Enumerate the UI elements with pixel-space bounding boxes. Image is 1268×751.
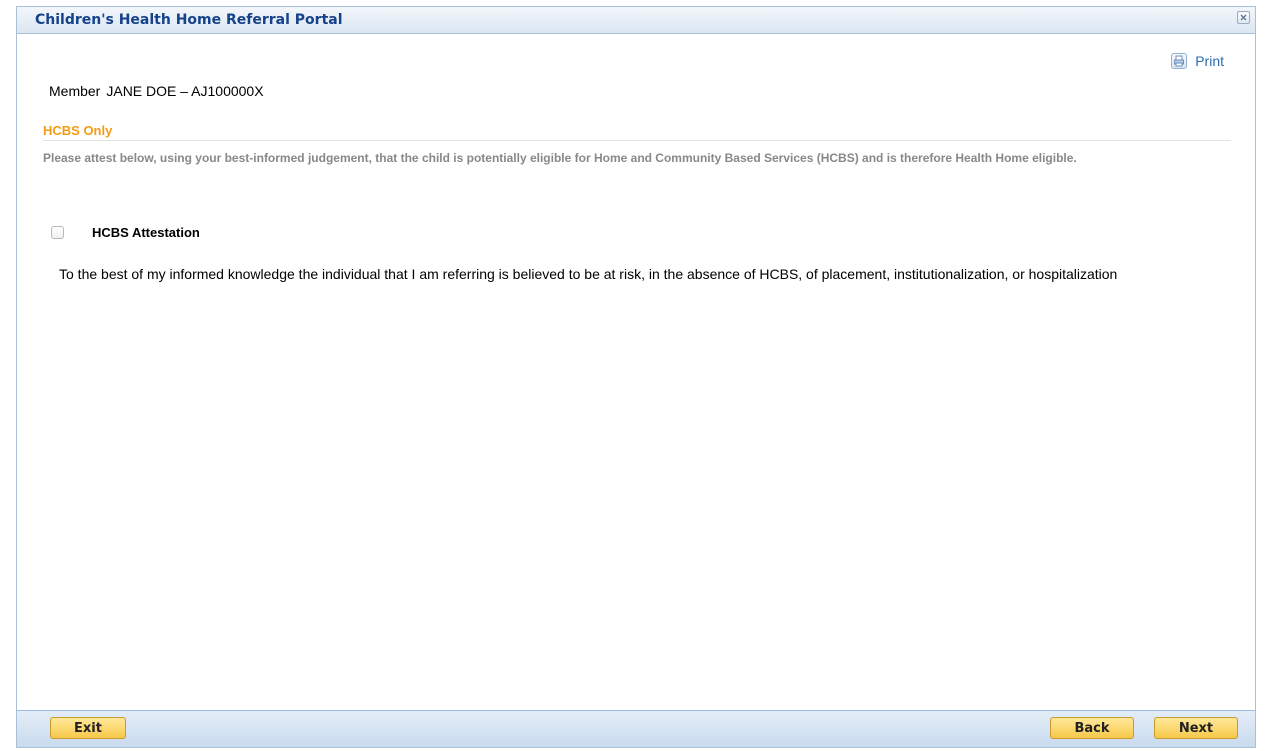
exit-button[interactable]: Exit (50, 717, 126, 739)
close-icon (1240, 14, 1247, 21)
next-button[interactable]: Next (1154, 717, 1238, 739)
print-label: Print (1195, 53, 1224, 69)
attestation-row: HCBS Attestation (51, 225, 200, 240)
footer-bar: Exit Back Next (17, 710, 1255, 747)
section-divider (43, 140, 1231, 141)
member-info: Member JANE DOE – AJ100000X (49, 83, 264, 99)
member-value: JANE DOE – AJ100000X (106, 83, 264, 99)
title-bar: Children's Health Home Referral Portal (17, 7, 1255, 34)
section-title: HCBS Only (43, 123, 113, 138)
window-title: Children's Health Home Referral Portal (35, 12, 343, 28)
attestation-statement: To the best of my informed knowledge the… (59, 266, 1118, 282)
hcbs-attestation-label: HCBS Attestation (92, 225, 200, 240)
referral-portal-window: Children's Health Home Referral Portal P… (16, 6, 1256, 748)
section-instructions: Please attest below, using your best-inf… (43, 151, 1077, 165)
print-button[interactable]: Print (1171, 53, 1224, 69)
hcbs-attestation-checkbox[interactable] (51, 226, 64, 239)
back-button[interactable]: Back (1050, 717, 1134, 739)
printer-icon (1171, 53, 1188, 69)
member-label: Member (49, 83, 101, 99)
close-button[interactable] (1237, 11, 1250, 24)
